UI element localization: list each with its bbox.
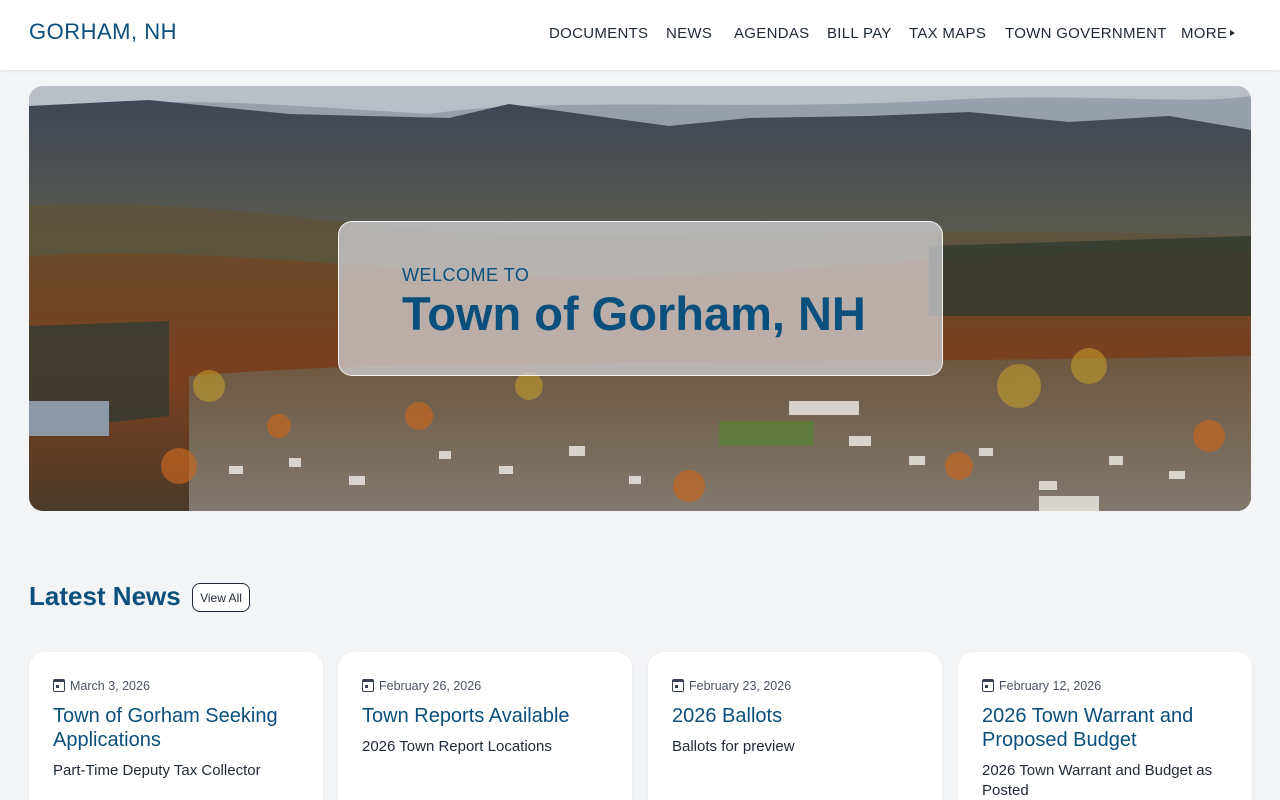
- news-subtitle: Part-Time Deputy Tax Collector: [53, 762, 261, 779]
- site-logo[interactable]: GORHAM, NH: [29, 19, 177, 45]
- news-title[interactable]: Town Reports Available: [362, 704, 612, 728]
- news-title[interactable]: 2026 Town Warrant and Proposed Budget: [982, 704, 1232, 752]
- news-card[interactable]: March 3, 2026 Town of Gorham Seeking App…: [29, 652, 323, 800]
- site-header: GORHAM, NH DOCUMENTS NEWS AGENDAS BILL P…: [0, 0, 1280, 70]
- nav-more[interactable]: MORE: [1181, 25, 1236, 42]
- nav-tax-maps[interactable]: TAX MAPS: [909, 25, 986, 42]
- news-card[interactable]: February 26, 2026 Town Reports Available…: [338, 652, 632, 800]
- nav-agendas[interactable]: AGENDAS: [734, 25, 809, 42]
- nav-more-label: MORE: [1181, 25, 1228, 42]
- latest-news-heading: Latest News: [29, 581, 181, 611]
- news-card[interactable]: February 12, 2026 2026 Town Warrant and …: [958, 652, 1252, 800]
- calendar-icon: [672, 679, 684, 692]
- welcome-title: Town of Gorham, NH: [402, 287, 866, 340]
- hero-banner: WELCOME TO Town of Gorham, NH: [29, 86, 1251, 511]
- news-date-text: February 23, 2026: [689, 679, 792, 693]
- calendar-icon: [53, 679, 65, 692]
- news-card[interactable]: February 23, 2026 2026 Ballots Ballots f…: [648, 652, 942, 800]
- news-subtitle: 2026 Town Report Locations: [362, 738, 552, 755]
- caret-right-icon: [1230, 30, 1236, 36]
- news-date-text: February 26, 2026: [379, 679, 482, 693]
- news-title[interactable]: Town of Gorham Seeking Applications: [53, 704, 303, 752]
- nav-bill-pay[interactable]: BILL PAY: [827, 25, 892, 42]
- news-date: February 12, 2026: [982, 679, 1101, 693]
- news-date: February 23, 2026: [672, 679, 791, 693]
- news-date: March 3, 2026: [53, 679, 150, 693]
- calendar-icon: [982, 679, 994, 692]
- news-subtitle: 2026 Town Warrant and Budget as Posted: [982, 762, 1213, 799]
- welcome-eyebrow: WELCOME TO: [402, 265, 530, 285]
- news-date-text: February 12, 2026: [999, 679, 1102, 693]
- news-date: February 26, 2026: [362, 679, 481, 693]
- news-title[interactable]: 2026 Ballots: [672, 704, 922, 728]
- view-all-button[interactable]: View All: [192, 583, 250, 612]
- news-subtitle: Ballots for preview: [672, 738, 795, 755]
- calendar-icon: [362, 679, 374, 692]
- nav-documents[interactable]: DOCUMENTS: [549, 25, 648, 42]
- nav-news[interactable]: NEWS: [666, 25, 712, 42]
- news-date-text: March 3, 2026: [70, 679, 150, 693]
- welcome-panel: WELCOME TO Town of Gorham, NH: [338, 221, 943, 376]
- nav-town-government[interactable]: TOWN GOVERNMENT: [1005, 25, 1167, 42]
